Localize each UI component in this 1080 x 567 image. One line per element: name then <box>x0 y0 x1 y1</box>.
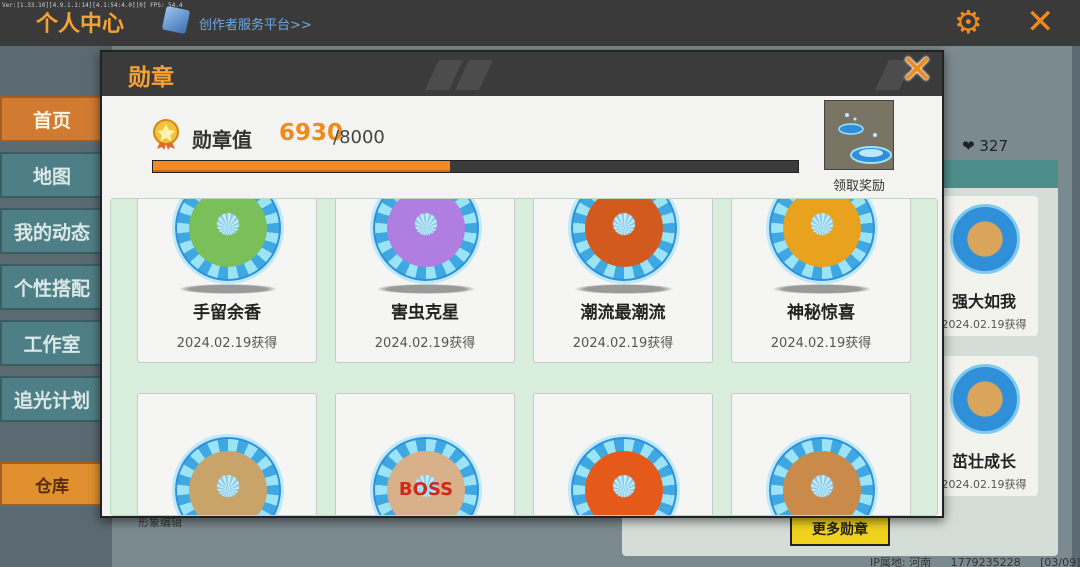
status-bar: IP属地: 河南 1779235228 [03/09] <box>870 554 1080 567</box>
creator-platform-link[interactable]: 创作者服务平台>> <box>199 14 312 33</box>
badge-medal <box>172 199 284 284</box>
badge-card[interactable]: 手留余香 2024.02.19获得 <box>137 199 317 363</box>
bg-badge-name: 茁壮成长 <box>951 452 1016 471</box>
sidebar-item-feed[interactable]: 我的动态 <box>0 208 104 254</box>
badge-value-total: /8000 <box>333 127 385 148</box>
modal-close-button[interactable]: ✕ <box>896 48 938 92</box>
badge-card[interactable]: 害虫克星 2024.02.19获得 <box>335 199 515 363</box>
badge-date: 2024.02.19获得 <box>572 336 674 351</box>
page-indicator: [03/09] <box>1040 556 1080 567</box>
badge-name: 手留余香 <box>193 303 261 323</box>
badge-medal-icon <box>950 204 1020 274</box>
warehouse-button[interactable]: 仓库 <box>0 462 104 506</box>
modal-header: 勋章 <box>102 52 942 96</box>
bg-badge-card[interactable]: 茁壮成长 2024.02.19获得 <box>940 356 1038 496</box>
medal-icon <box>153 119 179 150</box>
badge-medal <box>568 199 680 284</box>
worm-icon <box>387 199 465 267</box>
bg-badge-name: 强大如我 <box>951 292 1016 311</box>
badge-value-label: 勋章值 <box>192 128 252 152</box>
badge-grid: 手留余香 2024.02.19获得 害虫克星 2024.02.19获得 潮流最潮流 202… <box>110 198 938 516</box>
badge-name: 神秘惊喜 <box>787 303 855 323</box>
bg-badge-date: 2024.02.19获得 <box>941 318 1027 331</box>
likes-count: ❤ 327 <box>962 137 1008 155</box>
likes-value: 327 <box>979 137 1008 155</box>
medal-shadow <box>574 284 674 294</box>
badge-card[interactable] <box>137 393 317 515</box>
badge-name: 害虫克星 <box>391 303 459 323</box>
badge-medal <box>766 434 878 515</box>
badge-card[interactable] <box>731 393 911 515</box>
progress-fill <box>153 161 450 172</box>
ip-location: IP属地: 河南 <box>870 556 932 567</box>
boss-icon: BOSS <box>387 451 465 515</box>
trend-icon <box>585 199 663 267</box>
modal-title: 勋章 <box>128 65 174 91</box>
sidebar-item-outfit[interactable]: 个性搭配 <box>0 264 104 310</box>
bg-badge-card[interactable]: 强大如我 2024.02.19获得 <box>940 196 1038 336</box>
fire-icon <box>585 451 663 515</box>
close-icon[interactable]: ✕ <box>1026 2 1055 42</box>
reward-chest-icon <box>825 101 893 169</box>
badge-medal <box>766 199 878 284</box>
sprout-icon <box>189 199 267 267</box>
medal-shadow <box>772 284 872 294</box>
badge-medal <box>568 434 680 515</box>
badge-medal-icon <box>950 364 1020 434</box>
badge-progress-bar <box>152 160 799 173</box>
badge-card[interactable]: BOSS <box>335 393 515 515</box>
friends-icon <box>189 451 267 515</box>
badge-date: 2024.02.19获得 <box>176 336 278 351</box>
user-id: 1779235228 <box>950 556 1021 567</box>
sidebar-item-light-plan[interactable]: 追光计划 <box>0 376 104 422</box>
cube-icon <box>161 5 191 35</box>
sidebar-item-map[interactable]: 地图 <box>0 152 104 198</box>
heart-icon: ❤ <box>962 137 975 155</box>
medal-shadow <box>178 284 278 294</box>
badge-card[interactable]: 神秘惊喜 2024.02.19获得 <box>731 199 911 363</box>
top-bar: Ver:[1.33.10][4.9.1.1:14][4.1:54:4.0][0]… <box>0 0 1080 46</box>
badge-medal <box>370 199 482 284</box>
sidebar-item-studio[interactable]: 工作室 <box>0 320 104 366</box>
gear-icon[interactable]: ⚙ <box>954 4 983 40</box>
badge-medal <box>172 434 284 515</box>
claim-reward-label[interactable]: 领取奖励 <box>816 175 902 194</box>
medal-shadow <box>376 284 476 294</box>
sidebar-item-home[interactable]: 首页 <box>0 96 104 142</box>
badge-inner-text: BOSS <box>398 479 454 500</box>
badge-date: 2024.02.19获得 <box>374 336 476 351</box>
reward-chest-button[interactable] <box>824 100 894 170</box>
badge-date: 2024.02.19获得 <box>770 336 872 351</box>
page-title: 个人中心 <box>36 12 125 37</box>
badge-medal: BOSS <box>370 434 482 515</box>
bg-badge-date: 2024.02.19获得 <box>941 478 1027 491</box>
badge-card[interactable]: 潮流最潮流 2024.02.19获得 <box>533 199 713 363</box>
gift-icon <box>783 199 861 267</box>
badge-card[interactable] <box>533 393 713 515</box>
badge-modal: 勋章 ✕ 勋章值 6930 /8000 领取奖励 手留余香 2024.02.19获… <box>100 48 944 518</box>
badge-name: 潮流最潮流 <box>580 303 666 323</box>
monkey-icon <box>783 451 861 515</box>
